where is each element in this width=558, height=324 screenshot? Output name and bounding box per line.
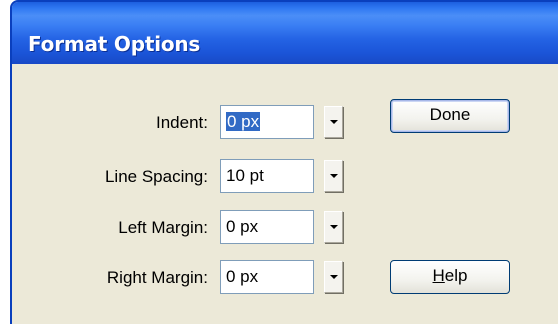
left-margin-value: 0 px [226,217,259,236]
left-margin-label: Left Margin: [118,218,208,237]
line-spacing-dropdown-button[interactable] [324,160,343,192]
chevron-down-icon [330,174,338,178]
chevron-down-icon [330,275,338,279]
format-options-dialog: Format Options Indent: 0 px Line Spacing… [10,0,558,324]
indent-label: Indent: [156,113,208,132]
title-bar[interactable]: Format Options [12,2,558,64]
chevron-down-icon [330,225,338,229]
done-button[interactable]: Done [390,99,510,133]
left-margin-dropdown-button[interactable] [324,211,343,243]
indent-value: 0 px [226,112,261,131]
indent-dropdown-button[interactable] [324,106,343,138]
dialog-title: Format Options [28,32,201,56]
right-margin-field[interactable]: 0 px [220,260,314,294]
right-margin-dropdown-button[interactable] [324,261,343,293]
right-margin-label: Right Margin: [106,268,208,287]
help-mnemonic: H [432,266,445,285]
indent-field[interactable]: 0 px [220,105,314,139]
line-spacing-value: 10 pt [226,166,264,185]
help-label-rest: elp [444,266,468,285]
right-margin-value: 0 px [226,267,259,286]
line-spacing-label: Line Spacing: [104,167,208,186]
chevron-down-icon [330,120,338,124]
left-margin-field[interactable]: 0 px [220,210,314,244]
line-spacing-field[interactable]: 10 pt [220,159,314,193]
help-button[interactable]: Help [390,260,510,294]
